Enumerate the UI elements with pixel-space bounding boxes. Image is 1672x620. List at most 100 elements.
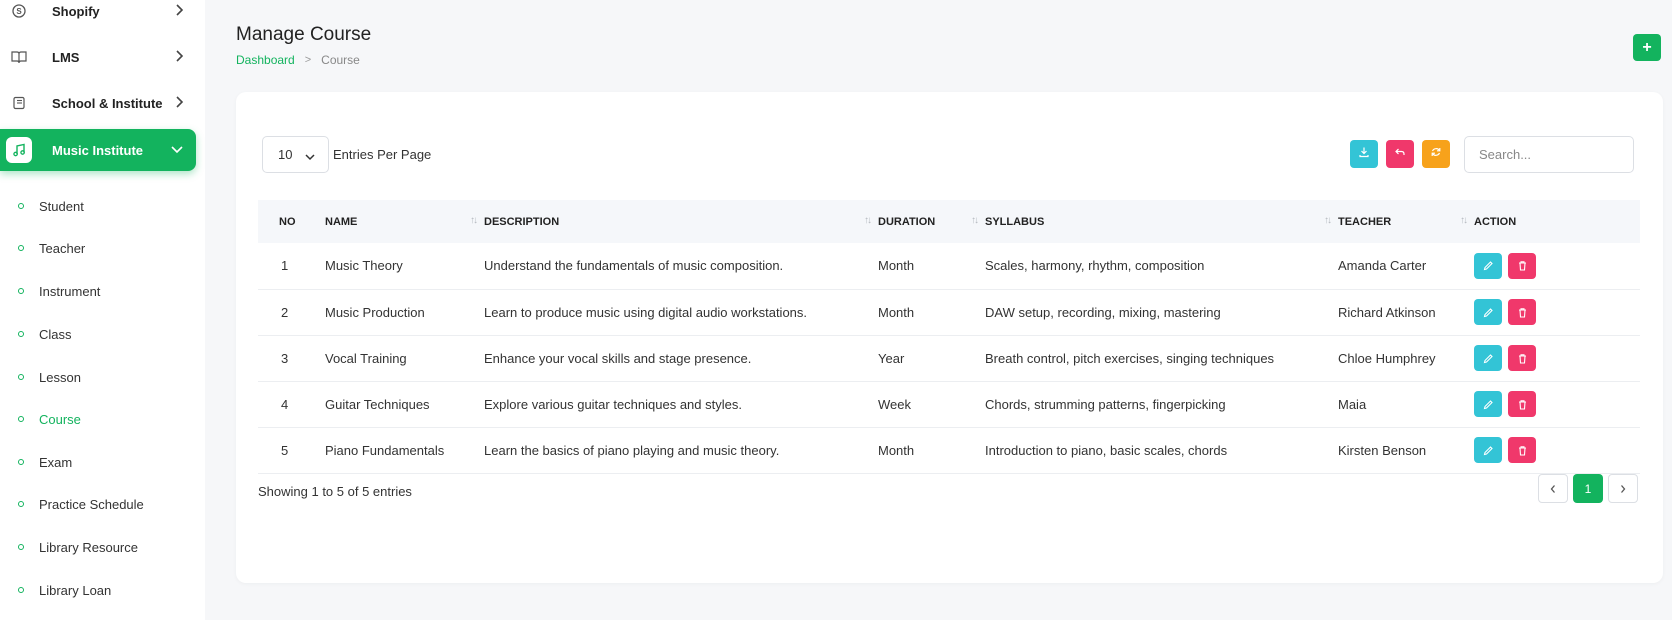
submenu-label: Lesson [39,369,81,385]
submenu-item-course[interactable]: Course [18,409,81,429]
sort-icon[interactable]: ↑↓ [470,215,478,226]
edit-button[interactable] [1474,299,1502,325]
bullet-dot-icon [18,501,24,507]
column-header-label: DESCRIPTION [484,215,560,228]
cell-actions [1474,289,1640,335]
cell-duration: Year [878,350,905,366]
submenu-item-exam[interactable]: Exam [18,452,72,472]
menu-item-shopify[interactable]: S Shopify [0,0,196,32]
trash-icon [1518,307,1526,318]
submenu-label: Library Resource [39,539,138,555]
column-header-name[interactable]: NAME ↑↓ [325,200,484,243]
entries-per-page-select[interactable]: 10 [262,136,329,173]
trash-icon [1518,353,1526,364]
cell-description: Explore various guitar techniques and st… [484,396,742,412]
edit-button[interactable] [1474,252,1502,279]
refresh-button[interactable] [1422,140,1450,168]
edit-button[interactable] [1474,345,1502,371]
table-row: 3 Vocal Training Enhance your vocal skil… [258,335,1640,381]
chevron-down-icon [304,150,316,165]
svg-text:S: S [16,7,22,16]
chevron-right-icon [1621,484,1626,493]
submenu-item-library-resource[interactable]: Library Resource [18,537,138,557]
cell-name: Music Theory [325,258,403,274]
submenu-item-student[interactable]: Student [18,196,84,216]
chevron-down-icon [170,143,184,158]
table-row: 5 Piano Fundamentals Learn the basics of… [258,427,1640,473]
submenu-label: Practice Schedule [39,496,144,512]
cell-teacher: Chloe Humphrey [1338,350,1436,366]
breadcrumb-separator: > [304,54,312,66]
bullet-dot-icon [18,203,24,209]
undo-button[interactable] [1386,140,1414,168]
edit-button[interactable] [1474,391,1502,417]
chevron-right-icon [174,95,184,112]
menu-item-music-institute[interactable]: Music Institute [0,129,196,171]
submenu-item-practice-schedule[interactable]: Practice Schedule [18,494,144,514]
edit-button[interactable] [1474,437,1502,463]
pagination-summary: Showing 1 to 5 of 5 entries [258,484,412,499]
submenu-item-class[interactable]: Class [18,324,72,344]
column-header-teacher[interactable]: TEACHER ↑↓ [1338,200,1474,243]
pagination-next-button[interactable] [1608,474,1638,503]
cell-teacher: Maia [1338,396,1367,412]
cell-description: Learn to produce music using digital aud… [484,304,808,320]
undo-icon [1394,145,1406,163]
entries-value: 10 [278,147,293,162]
cell-name: Guitar Techniques [325,396,430,412]
entries-per-page-label: Entries Per Page [333,147,432,162]
table-header-row: NO NAME ↑↓ DESCRIPTION ↑↓ DURATION ↑↓ SYLLA… [258,200,1640,243]
cell-actions [1474,427,1640,473]
cell-syllabus: Breath control, pitch exercises, singing… [985,350,1275,366]
sort-icon[interactable]: ↑↓ [864,215,872,226]
sort-icon[interactable]: ↑↓ [1460,215,1468,226]
column-header-duration[interactable]: DURATION ↑↓ [878,200,985,243]
pagination-prev-button[interactable] [1538,474,1568,503]
menu-item-label: School & Institute [52,95,163,111]
cell-name: Music Production [325,304,425,320]
cell-syllabus: Introduction to piano, basic scales, cho… [985,442,1228,458]
delete-button[interactable] [1508,345,1536,371]
submenu-label: Library Loan [39,582,112,598]
submenu-item-library-loan[interactable]: Library Loan [18,580,111,600]
cell-duration: Month [878,304,915,320]
breadcrumb-dashboard-link[interactable]: Dashboard [236,53,295,67]
column-header-description[interactable]: DESCRIPTION ↑↓ [484,200,878,243]
submenu-label: Course [39,411,81,427]
submenu-item-lesson[interactable]: Lesson [18,367,81,387]
pencil-icon [1483,353,1493,363]
cell-teacher: Kirsten Benson [1338,442,1427,458]
delete-button[interactable] [1508,299,1536,325]
cell-syllabus: DAW setup, recording, mixing, mastering [985,304,1221,320]
menu-item-school-institute[interactable]: School & Institute [0,82,196,124]
menu-item-label: LMS [52,49,80,65]
add-course-button[interactable]: + [1633,34,1661,61]
pencil-icon [1483,445,1493,455]
column-header-label: NAME [325,215,358,228]
trash-icon [1518,261,1526,271]
bullet-dot-icon [18,288,24,294]
sort-icon[interactable]: ↑↓ [1324,215,1332,226]
cell-teacher: Richard Atkinson [1338,304,1436,320]
cell-no: 2 [281,304,289,320]
breadcrumb-current: Course [321,53,360,67]
bullet-dot-icon [18,587,24,593]
cell-name: Piano Fundamentals [325,442,445,458]
column-header-syllabus[interactable]: SYLLABUS ↑↓ [985,200,1338,243]
column-header-label: SYLLABUS [985,215,1045,228]
cell-description: Enhance your vocal skills and stage pres… [484,350,752,366]
cell-no: 5 [281,442,289,458]
pagination-page-button[interactable]: 1 [1573,474,1603,503]
submenu-item-teacher[interactable]: Teacher [18,238,85,258]
sort-icon[interactable]: ↑↓ [971,215,979,226]
download-button[interactable] [1350,140,1378,168]
delete-button[interactable] [1508,437,1536,463]
cell-syllabus: Chords, strumming patterns, fingerpickin… [985,396,1226,412]
refresh-icon [1430,145,1442,163]
cell-actions [1474,335,1640,381]
delete-button[interactable] [1508,391,1536,417]
submenu-item-instrument[interactable]: Instrument [18,281,100,301]
search-input[interactable] [1464,136,1634,173]
menu-item-lms[interactable]: LMS [0,36,196,78]
delete-button[interactable] [1508,252,1536,279]
